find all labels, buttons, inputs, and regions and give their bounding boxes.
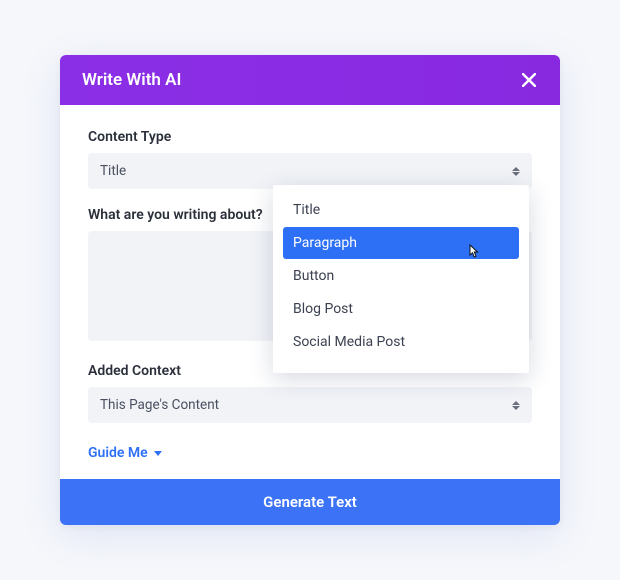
select-caret-icon xyxy=(512,165,522,177)
dropdown-option-paragraph[interactable]: Paragraph xyxy=(283,227,519,259)
guide-me-label: Guide Me xyxy=(88,445,148,461)
modal-title: Write With AI xyxy=(82,70,181,90)
content-type-dropdown: Title Paragraph Button Blog Post Social … xyxy=(273,185,529,373)
content-type-value: Title xyxy=(100,163,126,179)
guide-me-link[interactable]: Guide Me xyxy=(88,445,162,461)
dropdown-option-title[interactable]: Title xyxy=(283,194,519,226)
content-type-select[interactable]: Title xyxy=(88,153,532,189)
modal-header: Write With AI xyxy=(60,55,560,105)
dropdown-option-button[interactable]: Button xyxy=(283,260,519,292)
cursor-pointer-icon xyxy=(465,244,481,260)
close-icon[interactable] xyxy=(520,71,538,89)
content-type-label: Content Type xyxy=(88,129,532,145)
dropdown-option-blog-post[interactable]: Blog Post xyxy=(283,293,519,325)
content-type-field: Content Type Title xyxy=(88,129,532,189)
added-context-select[interactable]: This Page's Content xyxy=(88,387,532,423)
dropdown-option-social-media-post[interactable]: Social Media Post xyxy=(283,326,519,358)
chevron-down-icon xyxy=(154,451,162,456)
write-with-ai-modal: Write With AI Content Type Title Title P… xyxy=(60,55,560,525)
added-context-value: This Page's Content xyxy=(100,397,219,413)
modal-body: Content Type Title Title Paragraph Butto… xyxy=(60,105,560,479)
generate-text-button[interactable]: Generate Text xyxy=(60,479,560,525)
select-caret-icon xyxy=(512,399,522,411)
